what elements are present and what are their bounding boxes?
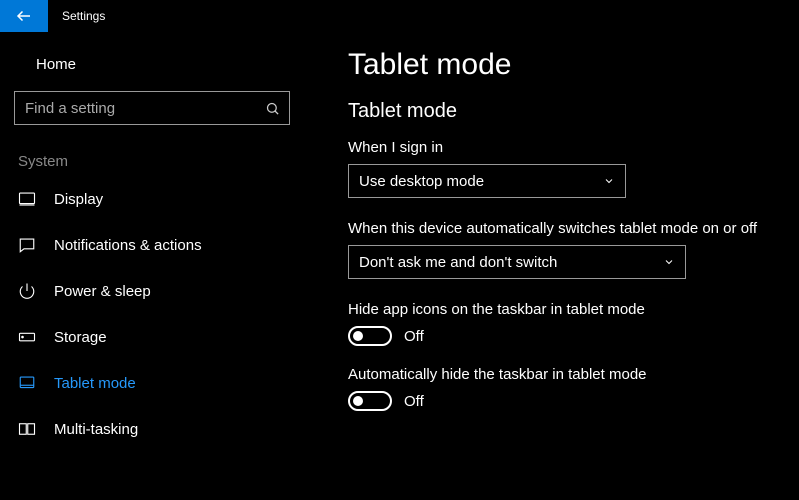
sidebar-item-notifications[interactable]: Notifications & actions	[14, 222, 312, 268]
sidebar-item-label: Storage	[54, 329, 107, 346]
monitor-icon	[18, 190, 36, 208]
main-content: Tablet mode Tablet mode When I sign in U…	[320, 32, 799, 500]
auto-hide-state: Off	[404, 393, 424, 410]
section-label-system: System	[18, 153, 312, 170]
section-title: Tablet mode	[348, 100, 789, 123]
hide-icons-toggle[interactable]	[348, 326, 392, 346]
sidebar-item-label: Notifications & actions	[54, 237, 202, 254]
multitasking-icon	[18, 420, 36, 438]
window-title: Settings	[48, 0, 105, 32]
sidebar-item-display[interactable]: Display	[14, 176, 312, 222]
chevron-down-icon	[603, 175, 615, 187]
hide-icons-state: Off	[404, 328, 424, 345]
power-icon	[18, 282, 36, 300]
home-link[interactable]: Home	[14, 50, 312, 87]
back-button[interactable]	[0, 0, 48, 32]
auto-switch-label: When this device automatically switches …	[348, 220, 789, 237]
auto-switch-select[interactable]: Don't ask me and don't switch	[348, 245, 686, 279]
sidebar-item-multitasking[interactable]: Multi-tasking	[14, 406, 312, 452]
sidebar-item-label: Power & sleep	[54, 283, 151, 300]
sign-in-select[interactable]: Use desktop mode	[348, 164, 626, 198]
auto-switch-value: Don't ask me and don't switch	[359, 254, 557, 271]
search-input[interactable]	[15, 100, 255, 117]
auto-hide-toggle[interactable]	[348, 391, 392, 411]
arrow-left-icon	[15, 7, 33, 25]
sidebar-item-label: Display	[54, 191, 103, 208]
sidebar-item-storage[interactable]: Storage	[14, 314, 312, 360]
chevron-down-icon	[663, 256, 675, 268]
search-box[interactable]	[14, 91, 290, 125]
sidebar-item-tablet-mode[interactable]: Tablet mode	[14, 360, 312, 406]
sidebar: Home System Display Notifica	[0, 32, 320, 500]
auto-hide-label: Automatically hide the taskbar in tablet…	[348, 366, 789, 383]
titlebar: Settings	[0, 0, 799, 32]
search-icon	[255, 101, 289, 116]
message-icon	[18, 236, 36, 254]
sidebar-item-label: Tablet mode	[54, 375, 136, 392]
page-title: Tablet mode	[348, 48, 789, 82]
hide-icons-label: Hide app icons on the taskbar in tablet …	[348, 301, 789, 318]
sidebar-item-label: Multi-tasking	[54, 421, 138, 438]
home-label: Home	[36, 56, 76, 73]
sign-in-value: Use desktop mode	[359, 173, 484, 190]
sidebar-item-power[interactable]: Power & sleep	[14, 268, 312, 314]
sign-in-label: When I sign in	[348, 139, 789, 156]
drive-icon	[18, 328, 36, 346]
tablet-icon	[18, 374, 36, 392]
